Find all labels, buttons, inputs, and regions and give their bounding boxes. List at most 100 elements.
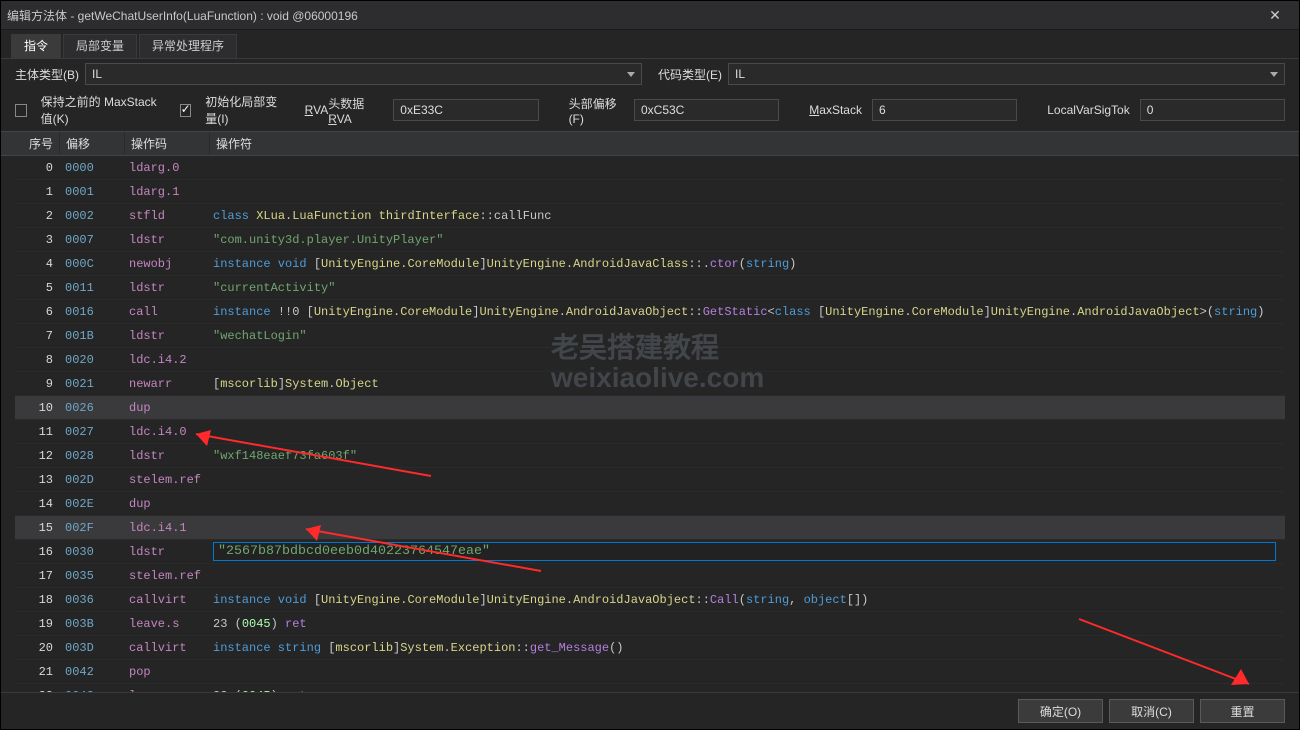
cell-opcode: leave.s [123,617,207,631]
table-row[interactable]: 120028ldstr"wxf148eaef73fa603f" [15,444,1285,468]
table-row[interactable]: 10001ldarg.1 [15,180,1285,204]
reset-button[interactable]: 重置 [1200,699,1285,723]
cell-index: 15 [15,521,59,535]
table-row[interactable]: 170035stelem.ref [15,564,1285,588]
cell-offset: 0028 [59,449,123,463]
table-row[interactable]: 19003Bleave.s23 (0045) ret [15,612,1285,636]
label-maxstack: MaxStack [809,103,862,117]
tab-instructions[interactable]: 指令 [11,34,61,58]
label-header-offset: 头部偏移(F) [569,95,624,126]
cell-opcode: stelem.ref [123,473,207,487]
table-row[interactable]: 110027ldc.i4.0 [15,420,1285,444]
label-keep-maxstack: 保持之前的 MaxStack 值(K) [41,93,170,127]
cell-opcode: dup [123,401,207,415]
cell-opcode: ldc.i4.2 [123,353,207,367]
label-init-locals: 初始化局部变量(I) [205,93,288,127]
cell-index: 11 [15,425,59,439]
cell-index: 17 [15,569,59,583]
cell-opcode: newobj [123,257,207,271]
maxstack-field[interactable]: 6 [872,99,1017,121]
cell-offset: 002E [59,497,123,511]
cell-opcode: newarr [123,377,207,391]
cell-operand: instance void [UnityEngine.CoreModule]Un… [207,593,1285,607]
cell-operand: "com.unity3d.player.UnityPlayer" [207,233,1285,247]
table-row[interactable]: 80020ldc.i4.2 [15,348,1285,372]
tab-bar: 指令 局部变量 异常处理程序 [1,34,1299,59]
table-row[interactable]: 100026dup [15,396,1285,420]
cell-index: 7 [15,329,59,343]
table-row[interactable]: 210042pop [15,660,1285,684]
label-localvarsigtok: LocalVarSigTok [1047,103,1130,117]
cell-operand: [mscorlib]System.Object [207,377,1285,391]
tab-exhandlers[interactable]: 异常处理程序 [139,34,237,58]
cell-opcode: ldstr [123,545,207,559]
cell-index: 13 [15,473,59,487]
table-row[interactable]: 00000ldarg.0 [15,156,1285,180]
cell-index: 20 [15,641,59,655]
cell-opcode: ldstr [123,449,207,463]
table-row[interactable]: 15002Fldc.i4.1 [15,516,1285,540]
main-type-select[interactable]: IL [85,63,642,85]
cell-index: 12 [15,449,59,463]
table-row[interactable]: 4000Cnewobjinstance void [UnityEngine.Co… [15,252,1285,276]
table-row[interactable]: 50011ldstr"currentActivity" [15,276,1285,300]
col-opcode[interactable]: 操作码 [125,132,210,155]
cell-index: 16 [15,545,59,559]
header-offset-field[interactable]: 0xC53C [634,99,779,121]
cancel-button[interactable]: 取消(C) [1109,699,1194,723]
window-title: 编辑方法体 - getWeChatUserInfo(LuaFunction) :… [7,7,1257,24]
table-row[interactable]: 20003Dcallvirtinstance string [mscorlib]… [15,636,1285,660]
cell-index: 9 [15,377,59,391]
cell-opcode: stfld [123,209,207,223]
code-type-select[interactable]: IL [728,63,1285,85]
cell-offset: 0043 [59,689,123,693]
table-row[interactable]: 20002stfldclass XLua.LuaFunction thirdIn… [15,204,1285,228]
table-row[interactable]: 7001Bldstr"wechatLogin" [15,324,1285,348]
cell-offset: 0021 [59,377,123,391]
header-rva-field[interactable]: 0xE33C [393,99,538,121]
close-icon[interactable]: ✕ [1257,7,1293,24]
localvarsigtok-field[interactable]: 0 [1140,99,1285,121]
table-row[interactable]: 180036callvirtinstance void [UnityEngine… [15,588,1285,612]
cell-offset: 0016 [59,305,123,319]
col-operand[interactable]: 操作符 [210,132,1299,155]
cell-opcode: stelem.ref [123,569,207,583]
cell-index: 4 [15,257,59,271]
cell-index: 0 [15,161,59,175]
cell-opcode: pop [123,665,207,679]
cell-opcode: call [123,305,207,319]
cell-operand: instance string [mscorlib]System.Excepti… [207,641,1285,655]
table-row[interactable]: 90021newarr[mscorlib]System.Object [15,372,1285,396]
cell-index: 1 [15,185,59,199]
tab-locals[interactable]: 局部变量 [63,34,137,58]
button-bar: 确定(O) 取消(C) 重置 [1,692,1299,729]
col-index[interactable]: 序号 [15,132,60,155]
ok-button[interactable]: 确定(O) [1018,699,1103,723]
cell-opcode: dup [123,497,207,511]
cell-operand: instance !!0 [UnityEngine.CoreModule]Uni… [207,305,1285,319]
table-row[interactable]: 220043leave.s23 (0045) ret [15,684,1285,692]
cell-operand: instance void [UnityEngine.CoreModule]Un… [207,257,1285,271]
cell-offset: 0030 [59,545,123,559]
cell-opcode: callvirt [123,593,207,607]
operand-edit-input[interactable] [213,542,1276,561]
titlebar: 编辑方法体 - getWeChatUserInfo(LuaFunction) :… [1,1,1299,30]
cell-index: 8 [15,353,59,367]
cell-index: 18 [15,593,59,607]
cell-index: 22 [15,689,59,693]
table-row[interactable]: 160030ldstr [15,540,1285,564]
cell-opcode: ldstr [123,329,207,343]
cell-offset: 0042 [59,665,123,679]
cell-operand: 23 (0045) ret [207,617,1285,631]
cell-opcode: callvirt [123,641,207,655]
table-row[interactable]: 13002Dstelem.ref [15,468,1285,492]
table-row[interactable]: 14002Edup [15,492,1285,516]
keep-maxstack-checkbox[interactable] [15,104,27,117]
table-row[interactable]: 30007ldstr"com.unity3d.player.UnityPlaye… [15,228,1285,252]
col-offset[interactable]: 偏移 [60,132,125,155]
cell-index: 14 [15,497,59,511]
cell-offset: 0020 [59,353,123,367]
instruction-grid[interactable]: 老吴搭建教程 weixiaolive.com 00000ldarg.010001… [1,156,1299,692]
init-locals-checkbox[interactable] [180,104,192,117]
table-row[interactable]: 60016callinstance !!0 [UnityEngine.CoreM… [15,300,1285,324]
